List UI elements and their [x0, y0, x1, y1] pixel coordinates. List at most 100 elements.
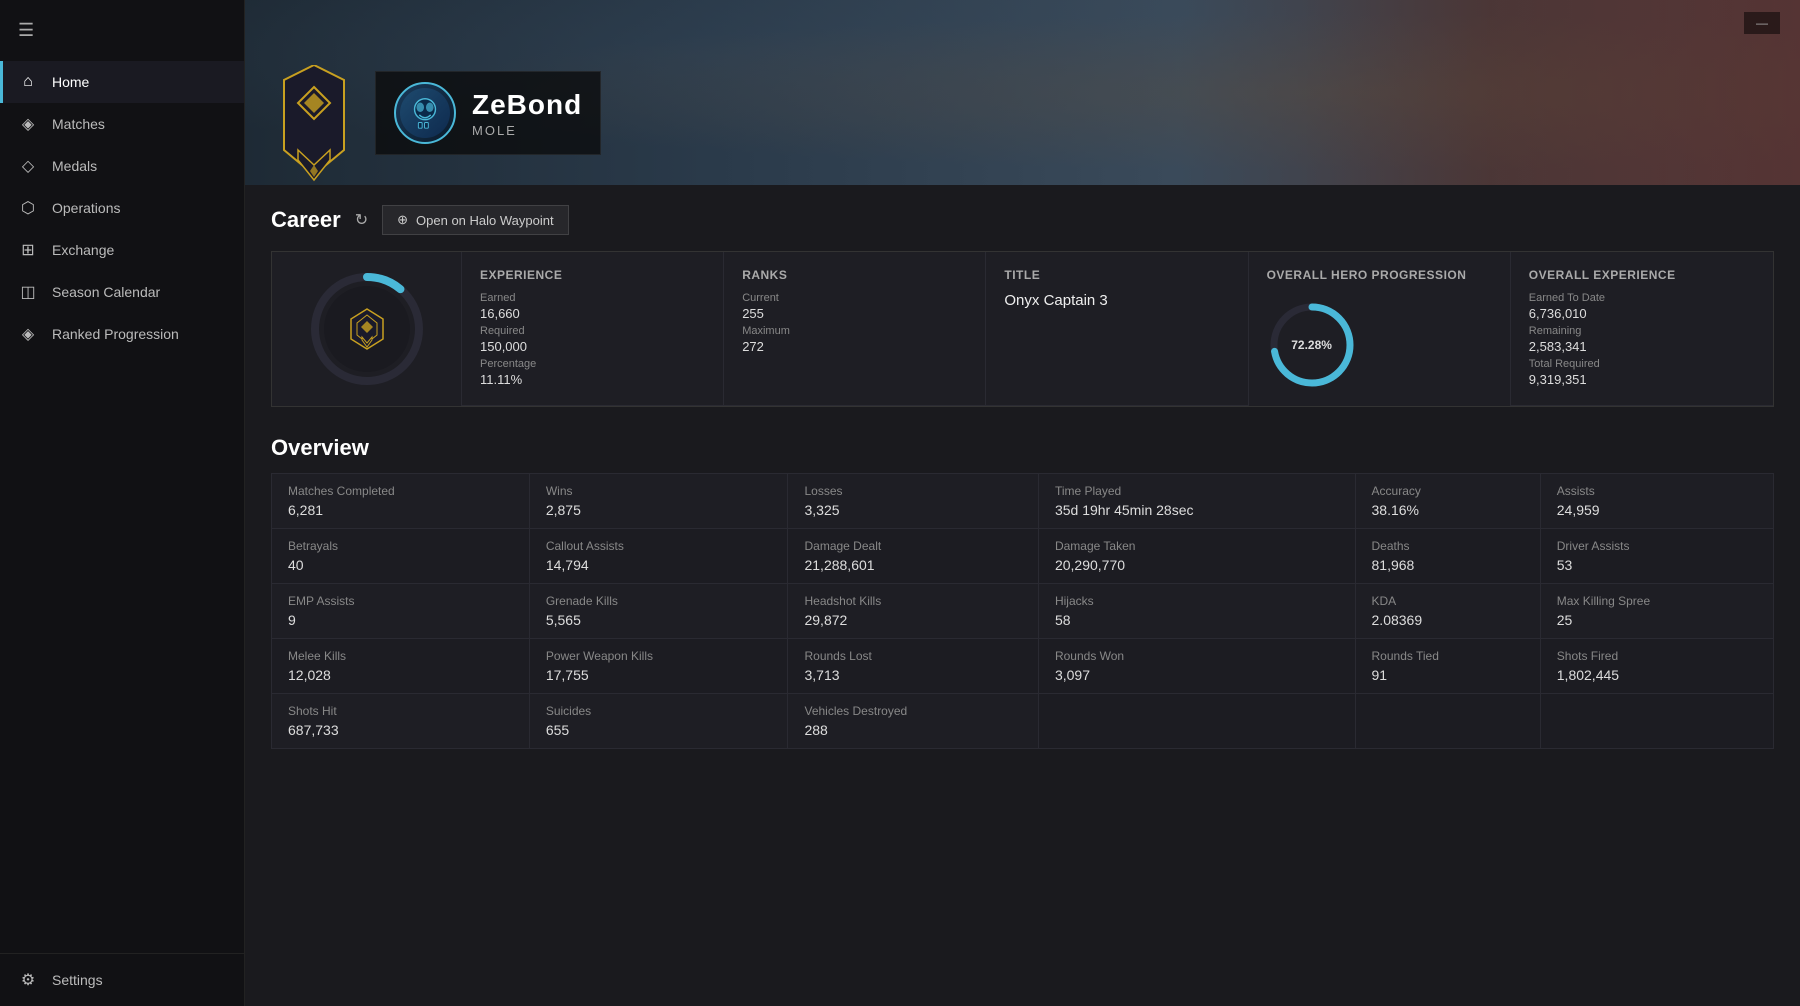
- overall-exp-header: Overall Experience: [1529, 268, 1755, 282]
- waypoint-button[interactable]: ⊕ Open on Halo Waypoint: [382, 205, 568, 235]
- stat-value-2-0: 9: [288, 612, 513, 628]
- hero-badge: [273, 75, 355, 175]
- stat-value-4-1: 655: [546, 722, 772, 738]
- stat-value-3-1: 17,755: [546, 667, 772, 683]
- stat-label-0-2: Losses: [804, 484, 1021, 498]
- stat-label-3-4: Rounds Tied: [1372, 649, 1524, 663]
- sidebar-label-medals: Medals: [52, 158, 97, 174]
- stat-label-4-0: Shots Hit: [288, 704, 513, 718]
- stat-label-2-0: EMP Assists: [288, 594, 513, 608]
- stat-value-3-5: 1,802,445: [1557, 667, 1757, 683]
- ranks-header: Ranks: [742, 268, 967, 282]
- overview-cell-4-1: Suicides 655: [529, 694, 788, 749]
- exp-pct-label: Percentage: [480, 358, 705, 370]
- stat-label-3-0: Melee Kills: [288, 649, 513, 663]
- rank-max-label: Maximum: [742, 325, 967, 337]
- waypoint-icon: ⊕: [397, 212, 408, 228]
- overview-cell-3-5: Shots Fired 1,802,445: [1540, 639, 1773, 694]
- refresh-icon[interactable]: ↻: [355, 210, 368, 230]
- stat-value-2-1: 5,565: [546, 612, 772, 628]
- stat-value-1-5: 53: [1557, 557, 1757, 573]
- rank-max-value: 272: [742, 339, 967, 354]
- stat-value-4-2: 288: [804, 722, 1021, 738]
- stat-label-1-5: Driver Assists: [1557, 539, 1757, 553]
- overview-cell-0-3: Time Played 35d 19hr 45min 28sec: [1038, 474, 1355, 529]
- rank-ring-container: [307, 269, 427, 389]
- overview-cell-3-4: Rounds Tied 91: [1355, 639, 1540, 694]
- career-title: Career: [271, 207, 341, 233]
- stat-value-2-3: 58: [1055, 612, 1339, 628]
- stat-value-3-0: 12,028: [288, 667, 513, 683]
- stat-label-1-0: Betrayals: [288, 539, 513, 553]
- overview-cell-2-4: KDA 2.08369: [1355, 584, 1540, 639]
- overview-table: Matches Completed 6,281 Wins 2,875 Losse…: [271, 473, 1774, 749]
- exp-earned-label: Earned: [480, 292, 705, 304]
- stat-label-0-1: Wins: [546, 484, 772, 498]
- overview-cell-2-5: Max Killing Spree 25: [1540, 584, 1773, 639]
- operations-icon: ⬡: [18, 198, 38, 218]
- overview-cell-3-0: Melee Kills 12,028: [272, 639, 530, 694]
- minimize-button[interactable]: —: [1744, 12, 1780, 34]
- stat-value-0-1: 2,875: [546, 502, 772, 518]
- overview-cell-4-0: Shots Hit 687,733: [272, 694, 530, 749]
- stat-value-3-3: 3,097: [1055, 667, 1339, 683]
- matches-icon: ◈: [18, 114, 38, 134]
- overview-cell-2-0: EMP Assists 9: [272, 584, 530, 639]
- title-cell: Title Onyx Captain 3: [986, 252, 1248, 406]
- sidebar: ☰ ⌂ Home ◈ Matches ◇ Medals ⬡ Operations…: [0, 0, 245, 1006]
- overview-cell-0-1: Wins 2,875: [529, 474, 788, 529]
- stat-label-4-2: Vehicles Destroyed: [804, 704, 1021, 718]
- stat-label-2-3: Hijacks: [1055, 594, 1339, 608]
- sidebar-item-matches[interactable]: ◈ Matches: [0, 103, 244, 145]
- exp-required-value: 150,000: [480, 339, 705, 354]
- ranks-cell: Ranks Current 255 Maximum 272: [724, 252, 986, 406]
- sidebar-item-exchange[interactable]: ⊞ Exchange: [0, 229, 244, 271]
- stat-label-1-4: Deaths: [1372, 539, 1524, 553]
- sidebar-item-season-calendar[interactable]: ◫ Season Calendar: [0, 271, 244, 313]
- sidebar-item-operations[interactable]: ⬡ Operations: [0, 187, 244, 229]
- settings-icon: ⚙: [18, 970, 38, 990]
- sidebar-item-medals[interactable]: ◇ Medals: [0, 145, 244, 187]
- stat-label-2-2: Headshot Kills: [804, 594, 1021, 608]
- stat-value-4-0: 687,733: [288, 722, 513, 738]
- overall-exp-cell: Overall Experience Earned To Date 6,736,…: [1511, 252, 1773, 406]
- stat-value-1-1: 14,794: [546, 557, 772, 573]
- overall-earned-value: 6,736,010: [1529, 306, 1755, 321]
- hero-prog-pct: 72.28%: [1291, 338, 1332, 352]
- rank-badge-small: [345, 307, 389, 351]
- stat-value-1-0: 40: [288, 557, 513, 573]
- stat-value-0-2: 3,325: [804, 502, 1021, 518]
- overview-cell-3-2: Rounds Lost 3,713: [788, 639, 1038, 694]
- hamburger-menu[interactable]: ☰: [0, 8, 244, 53]
- overview-cell-1-5: Driver Assists 53: [1540, 529, 1773, 584]
- overview-cell-1-4: Deaths 81,968: [1355, 529, 1540, 584]
- content-area: Career ↻ ⊕ Open on Halo Waypoint: [245, 185, 1800, 769]
- overall-total-value: 9,319,351: [1529, 372, 1755, 387]
- stat-label-4-1: Suicides: [546, 704, 772, 718]
- hero-prog-header: Overall Hero Progression: [1267, 268, 1467, 282]
- overview-cell-4-4: [1355, 694, 1540, 749]
- stat-value-3-2: 3,713: [804, 667, 1021, 683]
- stat-value-3-4: 91: [1372, 667, 1524, 683]
- overview-row-2: EMP Assists 9 Grenade Kills 5,565 Headsh…: [272, 584, 1774, 639]
- stat-label-0-5: Assists: [1557, 484, 1757, 498]
- hero-profile-text: ZeBond MOLE: [472, 89, 582, 138]
- overview-cell-1-0: Betrayals 40: [272, 529, 530, 584]
- hero-banner: ZeBond MOLE —: [245, 0, 1800, 185]
- overall-total-label: Total Required: [1529, 358, 1755, 370]
- overview-cell-4-3: [1038, 694, 1355, 749]
- ranked-progression-icon: ◈: [18, 324, 38, 344]
- exp-earned-value: 16,660: [480, 306, 705, 321]
- sidebar-item-ranked-progression[interactable]: ◈ Ranked Progression: [0, 313, 244, 355]
- overall-earned-label: Earned To Date: [1529, 292, 1755, 304]
- sidebar-label-exchange: Exchange: [52, 242, 114, 258]
- overview-cell-0-5: Assists 24,959: [1540, 474, 1773, 529]
- sidebar-item-home[interactable]: ⌂ Home: [0, 61, 244, 103]
- settings-label: Settings: [52, 972, 103, 988]
- settings-nav-item[interactable]: ⚙ Settings: [0, 953, 244, 1006]
- stat-label-0-4: Accuracy: [1372, 484, 1524, 498]
- overview-row-4: Shots Hit 687,733 Suicides 655 Vehicles …: [272, 694, 1774, 749]
- overview-cell-1-2: Damage Dealt 21,288,601: [788, 529, 1038, 584]
- experience-header: Experience: [480, 268, 705, 282]
- player-name: ZeBond: [472, 89, 582, 121]
